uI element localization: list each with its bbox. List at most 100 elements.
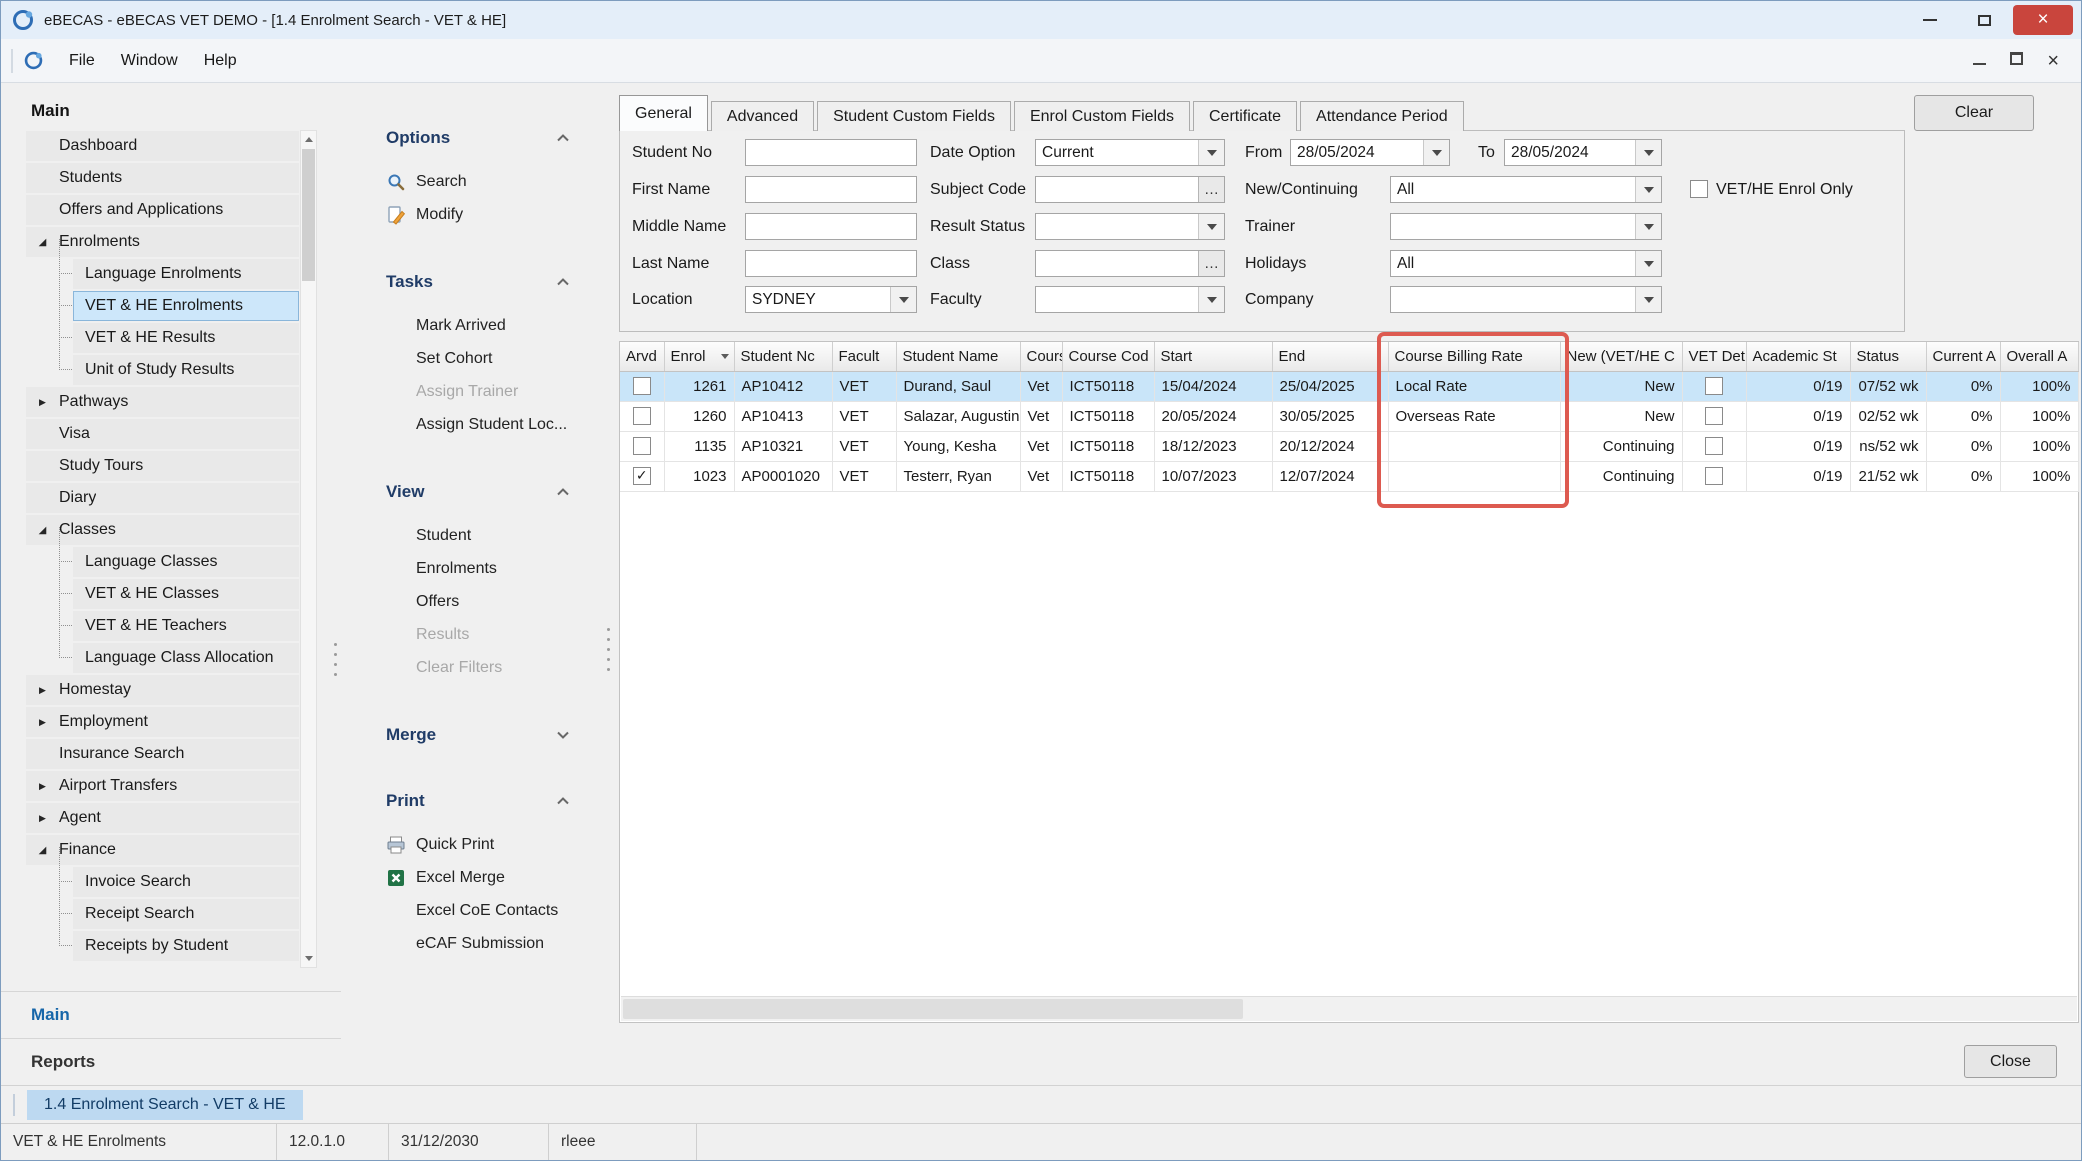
sidebar-section-reports[interactable]: Reports — [1, 1038, 341, 1085]
panel-item-offers[interactable]: Offers — [386, 585, 617, 618]
panel-item-quick-print[interactable]: Quick Print — [386, 828, 617, 861]
sidebar-item-language-class-allocation[interactable]: Language Class Allocation — [73, 643, 299, 673]
menu-file[interactable]: File — [56, 45, 108, 77]
vet-details-checkbox[interactable] — [1705, 467, 1723, 485]
sidebar-item-invoice-search[interactable]: Invoice Search — [73, 867, 299, 897]
subject-code-browse-button[interactable]: … — [1198, 177, 1224, 202]
scrollbar-thumb[interactable] — [623, 999, 1243, 1019]
tab-certificate[interactable]: Certificate — [1193, 101, 1297, 131]
column-header-end[interactable]: End — [1272, 342, 1388, 371]
expanded-icon[interactable] — [26, 845, 59, 856]
column-header-arvd[interactable]: Arvd — [620, 342, 664, 371]
column-header-new-continuing[interactable]: New (VET/HE C — [1560, 342, 1682, 371]
expanded-icon[interactable] — [26, 525, 59, 536]
sidebar-item-airport-transfers[interactable]: Airport Transfers — [26, 771, 299, 801]
first-name-input[interactable] — [745, 176, 917, 203]
class-browse-button[interactable]: … — [1198, 251, 1224, 276]
sidebar-section-main[interactable]: Main — [1, 991, 341, 1038]
sidebar-item-dashboard[interactable]: Dashboard — [26, 131, 299, 161]
arrived-checkbox[interactable] — [633, 437, 651, 455]
arrived-checkbox[interactable] — [633, 377, 651, 395]
sidebar-item-receipt-search[interactable]: Receipt Search — [73, 899, 299, 929]
result-status-select[interactable] — [1035, 213, 1225, 240]
column-header-current[interactable]: Current A — [1926, 342, 2000, 371]
tab-enrol-custom-fields[interactable]: Enrol Custom Fields — [1014, 101, 1190, 131]
column-header-vet-details[interactable]: VET Det — [1682, 342, 1746, 371]
panel-item-ecaf-submission[interactable]: eCAF Submission — [386, 927, 617, 960]
column-header-status[interactable]: Status — [1850, 342, 1926, 371]
sidebar-item-vet-he-results[interactable]: VET & HE Results — [73, 323, 299, 353]
splitter-handle[interactable] — [332, 643, 338, 676]
panel-item-set-cohort[interactable]: Set Cohort — [386, 342, 617, 375]
expanded-icon[interactable] — [26, 237, 59, 248]
panel-item-modify[interactable]: Modify — [386, 198, 617, 231]
dropdown-arrow-icon[interactable] — [1198, 140, 1224, 165]
dropdown-arrow-icon[interactable] — [1635, 214, 1661, 239]
tab-student-custom-fields[interactable]: Student Custom Fields — [817, 101, 1011, 131]
date-option-select[interactable]: Current — [1035, 139, 1225, 166]
sidebar-item-language-enrolments[interactable]: Language Enrolments — [73, 259, 299, 289]
grid-row[interactable]: 1261 AP10412 VET Durand, Saul Vet ICT501… — [620, 371, 2078, 401]
sidebar-item-employment[interactable]: Employment — [26, 707, 299, 737]
sidebar-item-agent[interactable]: Agent — [26, 803, 299, 833]
column-header-faculty[interactable]: Facult — [832, 342, 896, 371]
grid-row[interactable]: 1260 AP10413 VET Salazar, Augustina Vet … — [620, 401, 2078, 431]
grid-row[interactable]: 1135 AP10321 VET Young, Kesha Vet ICT501… — [620, 431, 2078, 461]
grid-row[interactable]: 1023 AP0001020 VET Testerr, Ryan Vet ICT… — [620, 461, 2078, 491]
section-options-header[interactable]: Options — [386, 123, 570, 153]
dropdown-arrow-icon[interactable] — [1635, 251, 1661, 276]
vet-details-checkbox[interactable] — [1705, 437, 1723, 455]
tree-scrollbar[interactable] — [300, 130, 317, 968]
to-date-picker[interactable]: 28/05/2024 — [1504, 139, 1662, 166]
sidebar-item-study-tours[interactable]: Study Tours — [26, 451, 299, 481]
column-header-course-code[interactable]: Course Cod — [1062, 342, 1154, 371]
panel-item-search[interactable]: Search — [386, 165, 617, 198]
arrived-checkbox[interactable] — [633, 467, 651, 485]
dropdown-arrow-icon[interactable] — [1198, 287, 1224, 312]
class-input[interactable]: … — [1035, 250, 1225, 277]
new-continuing-select[interactable]: All — [1390, 176, 1662, 203]
student-no-input[interactable] — [745, 139, 917, 166]
from-date-picker[interactable]: 28/05/2024 — [1290, 139, 1450, 166]
sidebar-item-vet-he-enrolments[interactable]: VET & HE Enrolments — [73, 291, 299, 321]
splitter-handle[interactable] — [605, 628, 611, 671]
company-select[interactable] — [1390, 286, 1662, 313]
tab-general[interactable]: General — [619, 95, 708, 131]
panel-item-mark-arrived[interactable]: Mark Arrived — [386, 309, 617, 342]
column-header-academic[interactable]: Academic St — [1746, 342, 1850, 371]
dropdown-arrow-icon[interactable] — [1635, 177, 1661, 202]
minimize-button[interactable] — [1903, 1, 1957, 39]
sidebar-item-students[interactable]: Students — [26, 163, 299, 193]
vet-details-checkbox[interactable] — [1705, 377, 1723, 395]
sidebar-item-visa[interactable]: Visa — [26, 419, 299, 449]
mdi-close-button[interactable]: × — [2047, 51, 2059, 71]
column-header-start[interactable]: Start — [1154, 342, 1272, 371]
tab-advanced[interactable]: Advanced — [711, 101, 814, 131]
section-print-header[interactable]: Print — [386, 786, 570, 816]
sidebar-item-vet-he-teachers[interactable]: VET & HE Teachers — [73, 611, 299, 641]
dropdown-arrow-icon[interactable] — [1635, 140, 1661, 165]
mdi-minimize-button[interactable] — [1973, 52, 1986, 70]
location-select[interactable]: SYDNEY — [745, 286, 917, 313]
section-merge-header[interactable]: Merge — [386, 720, 570, 750]
close-button[interactable]: Close — [1964, 1045, 2057, 1078]
menu-help[interactable]: Help — [191, 45, 250, 77]
vet-he-enrol-only-checkbox[interactable] — [1690, 180, 1708, 198]
filter-arrow-icon[interactable] — [721, 354, 729, 359]
vet-details-checkbox[interactable] — [1705, 407, 1723, 425]
dropdown-arrow-icon[interactable] — [1635, 287, 1661, 312]
faculty-select[interactable] — [1035, 286, 1225, 313]
document-tab-enrolment-search[interactable]: 1.4 Enrolment Search - VET & HE — [27, 1090, 303, 1120]
sidebar-item-insurance-search[interactable]: Insurance Search — [26, 739, 299, 769]
sidebar-item-offers-and-applications[interactable]: Offers and Applications — [26, 195, 299, 225]
section-tasks-header[interactable]: Tasks — [386, 267, 570, 297]
sidebar-item-diary[interactable]: Diary — [26, 483, 299, 513]
sidebar-item-homestay[interactable]: Homestay — [26, 675, 299, 705]
column-header-student-no[interactable]: Student Nc — [734, 342, 832, 371]
sidebar-item-pathways[interactable]: Pathways — [26, 387, 299, 417]
dropdown-arrow-icon[interactable] — [1198, 214, 1224, 239]
grid-horizontal-scrollbar[interactable] — [621, 996, 2077, 1021]
collapsed-icon[interactable] — [26, 781, 59, 792]
dropdown-arrow-icon[interactable] — [1423, 140, 1449, 165]
scroll-down-icon[interactable] — [301, 950, 316, 967]
